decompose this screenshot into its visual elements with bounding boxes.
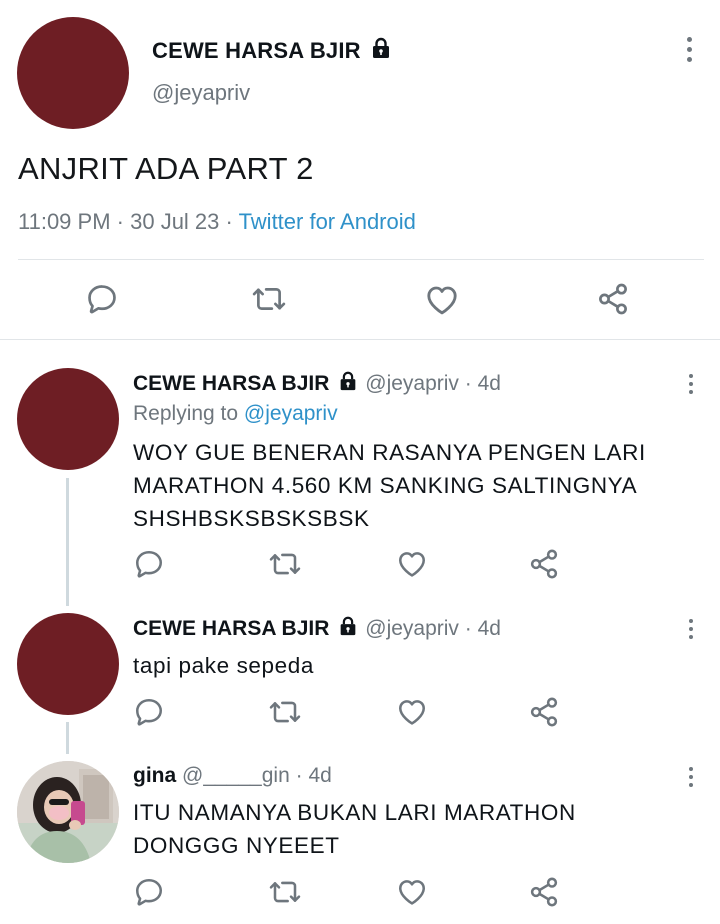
retweet-icon[interactable] bbox=[252, 282, 286, 316]
share-icon[interactable] bbox=[528, 548, 560, 580]
retweet-icon[interactable] bbox=[269, 696, 301, 728]
reply-icon[interactable] bbox=[133, 548, 165, 580]
reply-icon[interactable] bbox=[133, 696, 165, 728]
lock-icon bbox=[337, 370, 359, 392]
more-options-icon[interactable] bbox=[677, 37, 701, 62]
tweet-time[interactable]: 11:09 PM bbox=[18, 209, 111, 234]
user-handle[interactable]: @jeyapriv bbox=[365, 372, 459, 395]
reply-header: gina @_____gin · 4d bbox=[133, 764, 332, 787]
main-action-bar bbox=[0, 282, 720, 316]
reply-action-bar bbox=[0, 696, 720, 728]
tweet-date[interactable]: 30 Jul 23 bbox=[130, 209, 219, 234]
profile-photo-image bbox=[17, 761, 119, 863]
replying-to-link[interactable]: @jeyapriv bbox=[244, 402, 338, 425]
reply-header: CEWE HARSA BJIR @jeyapriv · 4d bbox=[133, 615, 501, 640]
display-name[interactable]: CEWE HARSA BJIR bbox=[152, 36, 393, 64]
thread-line bbox=[66, 478, 69, 606]
divider bbox=[0, 339, 720, 340]
share-icon[interactable] bbox=[596, 282, 630, 316]
more-options-icon[interactable] bbox=[679, 374, 703, 394]
reply-age[interactable]: 4d bbox=[478, 372, 501, 395]
avatar[interactable] bbox=[17, 17, 129, 129]
reply-age[interactable]: 4d bbox=[478, 617, 501, 640]
like-icon[interactable] bbox=[396, 548, 428, 580]
user-handle[interactable]: @jeyapriv bbox=[152, 80, 250, 106]
tweet-text: ANJRIT ADA PART 2 bbox=[18, 151, 314, 186]
user-handle[interactable]: @jeyapriv bbox=[365, 617, 459, 640]
reply-icon[interactable] bbox=[85, 282, 119, 316]
tweet-source[interactable]: Twitter for Android bbox=[239, 209, 416, 234]
reply-header: CEWE HARSA BJIR @jeyapriv · 4d bbox=[133, 370, 501, 395]
divider bbox=[18, 259, 704, 260]
tweet-meta: 11:09 PM · 30 Jul 23 · Twitter for Andro… bbox=[18, 209, 416, 234]
lock-icon bbox=[369, 36, 393, 60]
reply-action-bar bbox=[0, 876, 720, 908]
user-handle[interactable]: @_____gin bbox=[182, 764, 290, 787]
reply-icon[interactable] bbox=[133, 876, 165, 908]
replying-to: Replying to @jeyapriv bbox=[133, 402, 338, 425]
retweet-icon[interactable] bbox=[269, 876, 301, 908]
display-name[interactable]: CEWE HARSA BJIR bbox=[133, 372, 329, 395]
avatar-photo[interactable] bbox=[17, 761, 119, 863]
share-icon[interactable] bbox=[528, 696, 560, 728]
like-icon[interactable] bbox=[396, 876, 428, 908]
display-name-text: CEWE HARSA BJIR bbox=[152, 38, 361, 63]
lock-icon bbox=[337, 615, 359, 637]
reply-text: tapi pake sepeda bbox=[133, 653, 314, 678]
more-options-icon[interactable] bbox=[679, 619, 703, 639]
like-icon[interactable] bbox=[396, 696, 428, 728]
more-options-icon[interactable] bbox=[679, 767, 703, 787]
reply-text: WOY GUE BENERAN RASANYA PENGEN LARI MARA… bbox=[133, 440, 646, 531]
retweet-icon[interactable] bbox=[269, 548, 301, 580]
avatar[interactable] bbox=[17, 368, 119, 470]
reply-action-bar bbox=[0, 548, 720, 580]
reply-text: ITU NAMANYA BUKAN LARI MARATHON DONGGG N… bbox=[133, 800, 576, 858]
display-name[interactable]: CEWE HARSA BJIR bbox=[133, 617, 329, 640]
display-name[interactable]: gina bbox=[133, 764, 176, 787]
like-icon[interactable] bbox=[424, 282, 460, 318]
reply-age[interactable]: 4d bbox=[308, 764, 331, 787]
share-icon[interactable] bbox=[528, 876, 560, 908]
